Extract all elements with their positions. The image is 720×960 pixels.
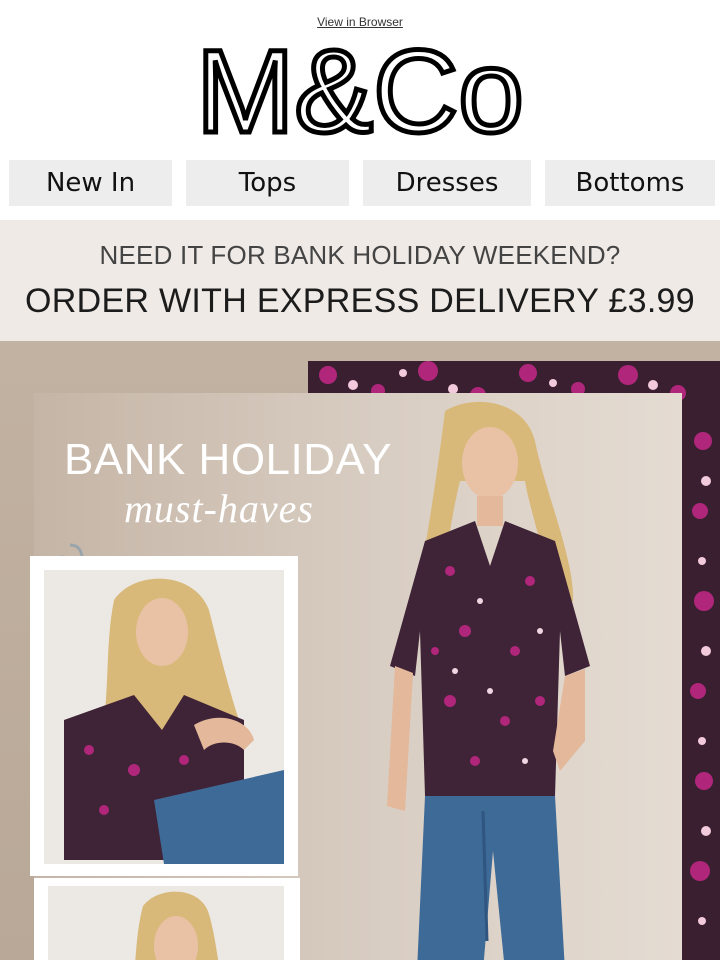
brand-logo[interactable]: M&Co — [0, 24, 720, 161]
express-delivery-banner[interactable]: NEED IT FOR BANK HOLIDAY WEEKEND? ORDER … — [0, 220, 720, 341]
hero-title: BANK HOLIDAY — [64, 435, 392, 484]
model-seated-photo — [44, 570, 284, 864]
model-second-photo — [48, 886, 284, 960]
category-nav: New In Tops Dresses Bottoms — [0, 160, 720, 206]
hero-subtitle: must-haves — [124, 486, 314, 531]
promo-headline: NEED IT FOR BANK HOLIDAY WEEKEND? — [99, 240, 621, 270]
nav-bottoms[interactable]: Bottoms — [545, 160, 715, 206]
model-figure-icon — [387, 401, 590, 960]
nav-new-in[interactable]: New In — [9, 160, 172, 206]
view-in-browser-link[interactable]: View in Browser — [0, 15, 720, 29]
hero-banner[interactable]: BANK HOLIDAY must-haves — [0, 341, 720, 960]
polaroid-photo-second[interactable] — [34, 878, 300, 960]
mco-logo-icon: M&Co — [194, 24, 527, 161]
nav-dresses[interactable]: Dresses — [363, 160, 531, 206]
promo-offer: ORDER WITH EXPRESS DELIVERY £3.99 — [25, 282, 695, 320]
model-standing-photo[interactable] — [355, 401, 605, 960]
polaroid-photo-seated[interactable] — [30, 556, 298, 876]
model-seated-icon — [44, 570, 284, 864]
nav-tops[interactable]: Tops — [186, 160, 349, 206]
svg-text:M&Co: M&Co — [196, 36, 524, 140]
model-portrait-icon — [48, 886, 284, 960]
